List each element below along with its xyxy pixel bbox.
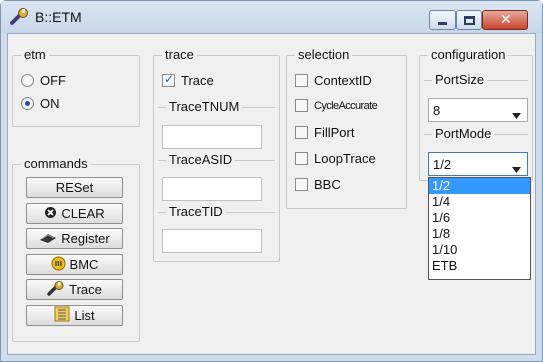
contextid-label: ContextID <box>314 73 372 88</box>
selection-group-title: selection <box>295 47 353 62</box>
reset-button[interactable]: RESet <box>26 177 123 198</box>
commands-group: commands RESet CLEAR Register BMC Trace … <box>12 156 140 342</box>
cycleaccurate-checkbox[interactable]: CycleAccurate <box>295 99 378 112</box>
radio-on-indicator[interactable] <box>21 97 34 110</box>
register-button[interactable]: Register <box>26 228 123 249</box>
portmode-option[interactable]: ETB <box>429 258 530 274</box>
portmode-option[interactable]: 1/2 <box>429 178 530 194</box>
cycleaccurate-label: CycleAccurate <box>314 99 378 112</box>
selection-group: selection ContextID CycleAccurate FillPo… <box>286 47 407 209</box>
etm-on-radio[interactable]: ON <box>21 96 60 111</box>
minimize-icon <box>438 22 447 25</box>
trace-checkbox-box[interactable] <box>162 72 175 87</box>
clear-label: CLEAR <box>61 206 105 221</box>
cycleaccurate-checkbox-box[interactable] <box>295 99 308 112</box>
portsize-value: 8 <box>433 102 441 118</box>
list-label: List <box>74 308 95 323</box>
etm-off-radio[interactable]: OFF <box>21 73 66 88</box>
window-title: B::ETM <box>35 9 82 25</box>
contextid-checkbox[interactable]: ContextID <box>295 73 372 88</box>
trace-checkbox-label: Trace <box>181 73 214 88</box>
looptrace-checkbox-box[interactable] <box>295 152 308 165</box>
bmc-button[interactable]: BMC <box>26 254 123 275</box>
portmode-value: 1/2 <box>433 156 452 172</box>
radio-off-indicator[interactable] <box>21 74 34 87</box>
bbc-checkbox-box[interactable] <box>295 178 308 191</box>
etm-group: etm OFF ON <box>12 47 140 127</box>
chip-icon <box>39 231 57 247</box>
list-icon <box>54 306 70 325</box>
wrench-icon <box>47 280 65 299</box>
tracetnum-label: TraceTNUM <box>166 99 243 114</box>
portsize-label: PortSize <box>432 72 488 87</box>
traceasid-field[interactable] <box>162 177 262 201</box>
looptrace-label: LoopTrace <box>314 151 376 166</box>
contextid-checkbox-box[interactable] <box>295 74 308 87</box>
bbc-checkbox[interactable]: BBC <box>295 177 341 192</box>
configuration-group-title: configuration <box>428 47 509 62</box>
etm-on-label: ON <box>40 96 60 111</box>
close-button[interactable]: ✕ <box>482 10 528 30</box>
list-button[interactable]: List <box>26 305 123 326</box>
maximize-button[interactable] <box>456 10 482 30</box>
etm-off-label: OFF <box>40 73 66 88</box>
wrench-icon <box>10 8 30 26</box>
portmode-option[interactable]: 1/6 <box>429 210 530 226</box>
close-icon: ✕ <box>500 12 512 28</box>
chevron-down-icon[interactable] <box>512 161 521 176</box>
title-bar[interactable]: B::ETM ✕ <box>1 1 542 33</box>
clear-button[interactable]: CLEAR <box>26 203 123 224</box>
portsize-select[interactable]: 8 <box>428 98 528 122</box>
portmode-select[interactable]: 1/2 <box>428 152 528 176</box>
bmc-label: BMC <box>69 257 99 272</box>
register-label: Register <box>61 231 110 246</box>
commands-group-title: commands <box>21 156 91 171</box>
trace-group: trace Trace TraceTNUM TraceASID TraceTID <box>153 47 280 262</box>
minimize-button[interactable] <box>429 10 456 30</box>
fillport-label: FillPort <box>314 125 355 140</box>
chevron-down-icon[interactable] <box>512 107 521 122</box>
portmode-option[interactable]: 1/10 <box>429 242 530 258</box>
tracetnum-field[interactable] <box>162 125 262 149</box>
portmode-option[interactable]: 1/8 <box>429 226 530 242</box>
trace-group-title: trace <box>162 47 197 62</box>
looptrace-checkbox[interactable]: LoopTrace <box>295 151 376 166</box>
portmode-label: PortMode <box>432 126 495 141</box>
configuration-group: configuration PortSize 8 PortMode 1/2 <box>419 47 533 181</box>
tracetid-field[interactable] <box>162 229 262 253</box>
traceasid-label: TraceASID <box>166 152 236 167</box>
trace-checkbox[interactable]: Trace <box>162 72 214 88</box>
trace-button[interactable]: Trace <box>26 279 123 300</box>
etm-window: B::ETM ✕ etm OFF ON commands RESet CLEAR… <box>0 0 543 362</box>
maximize-icon <box>464 16 475 25</box>
fillport-checkbox-box[interactable] <box>295 126 308 139</box>
tracetid-label: TraceTID <box>166 204 226 219</box>
bmc-icon <box>51 256 66 274</box>
fillport-checkbox[interactable]: FillPort <box>295 125 354 140</box>
portmode-option[interactable]: 1/4 <box>429 194 530 210</box>
trace-button-label: Trace <box>69 282 102 297</box>
bbc-label: BBC <box>314 177 341 192</box>
clear-icon <box>44 206 57 222</box>
etm-group-title: etm <box>21 47 49 62</box>
portmode-dropdown-list[interactable]: 1/2 1/4 1/6 1/8 1/10 ETB <box>428 177 531 280</box>
reset-label: RESet <box>55 180 94 195</box>
